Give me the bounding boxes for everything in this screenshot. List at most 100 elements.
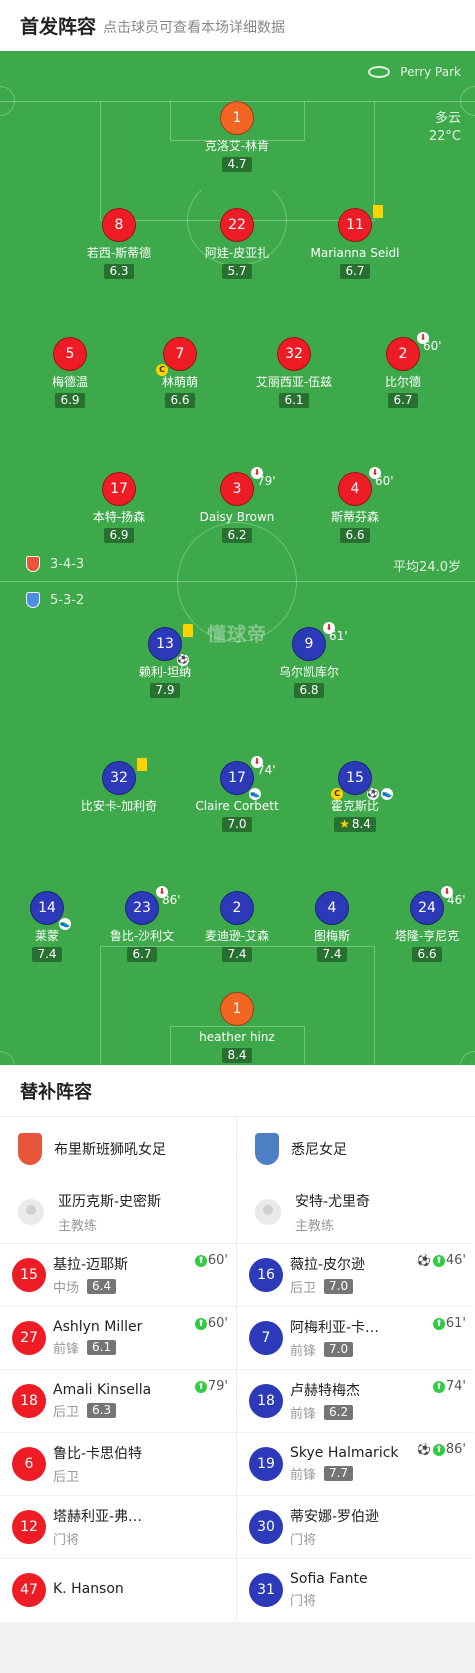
player-rating: 6.6 [340,528,370,543]
player-rating: 6.3 [104,264,134,279]
assist-icon: 👟 [59,918,71,930]
player-rating: 6.9 [55,393,85,408]
sub-in-minute: 74' [445,1379,466,1394]
player-card[interactable]: 17 本特-扬森 6.9 [54,472,184,543]
sub-player-row[interactable]: 18 Amali Kinsella 后卫 6.3 ⬆ 79' [0,1369,236,1432]
substitutes-section: 替补阵容 布里斯班狮吼女足 亚历克斯-史密斯 主教练 15 基拉-迈耶斯 中场 6… [0,1065,475,1621]
sub-in: ⬆ 79' [194,1379,228,1394]
sub-player-number: 19 [249,1447,283,1481]
sub-player-name: 卢赫特梅杰 [290,1383,360,1399]
away-team-row[interactable]: 悉尼女足 [237,1117,474,1181]
player-card[interactable]: 4 ⬇ 60' 斯蒂芬森 6.6 [290,467,420,543]
player-name: Daisy Brown [199,510,275,524]
sub-minute: 61' [329,629,348,643]
sub-player-position: 门将 [53,1533,80,1548]
sub-in-arrow-icon: ⬆ [194,1380,207,1393]
player-card[interactable]: 1 heather hinz 8.4 [172,992,302,1063]
sub-player-row[interactable]: 16 薇拉-皮尔逊 后卫 7.0 ⚽ ⬆ 46' [237,1243,474,1306]
sub-player-number: 16 [249,1258,283,1292]
player-card[interactable]: 13 ⚽ 赖利-坦纳 7.9 [100,624,230,698]
sub-player-rating: 6.2 [324,1405,354,1420]
player-card[interactable]: 24 ⬇ 46' 塔隆-亨尼克 6.6 [362,886,475,962]
player-card[interactable]: 9 ⬇ 61' 乌尔凯库尔 6.8 [244,622,374,698]
sub-in-minute: 61' [445,1316,466,1331]
coach-avatar-icon [255,1199,281,1225]
player-number: 7C [156,337,197,376]
player-number: 23 ⬇ 86' [125,886,181,925]
player-number: 1 [220,101,254,135]
sub-in-arrow-icon: ⬆ [432,1380,445,1393]
player-number: 2 ⬇ 60' [386,332,442,371]
player-rating: 6.1 [279,393,309,408]
sub-player-row[interactable]: 19 Skye Halmarick 前锋 7.7 ⚽ ⬆ 86' [237,1432,474,1495]
player-card[interactable]: 11 Marianna Seidl 6.7 [290,205,420,279]
captain-icon: C [156,364,168,376]
sub-player-number: 18 [249,1384,283,1418]
sub-player-row[interactable]: 6 鲁比-卡思伯特 后卫 [0,1432,236,1495]
player-card[interactable]: 2 ⬇ 60' 比尔德 6.7 [338,332,468,408]
player-card[interactable]: 22 阿娃-皮亚扎 5.7 [172,208,302,279]
sub-player-position: 前锋 [290,1468,317,1483]
player-number: 32 [277,337,311,371]
player-number-text: 15 [346,770,364,786]
sub-player-row[interactable]: 30 蒂安娜-罗伯逊 门将 [237,1495,474,1558]
sub-player-row[interactable]: 7 阿梅利亚-卡… 前锋 7.0 ⬆ 61' [237,1306,474,1369]
sub-player-number: 15 [12,1258,46,1292]
sub-player-number: 31 [249,1573,283,1607]
away-formation: 5-3-2 [26,592,84,608]
yellow-card-icon [183,624,193,637]
sub-player-position: 后卫 [53,1405,80,1420]
player-card[interactable]: 3 ⬇ 79' Daisy Brown 6.2 [172,467,302,543]
player-card[interactable]: 7C 林萌萌 6.6 [115,337,245,408]
player-card[interactable]: 15C ⚽👟 霍克斯比 8.4 [290,761,420,832]
player-number: 4 ⬇ 60' [338,467,394,506]
sub-player-row[interactable]: 18 卢赫特梅杰 前锋 6.2 ⬆ 74' [237,1369,474,1432]
home-subs-column: 布里斯班狮吼女足 亚历克斯-史密斯 主教练 15 基拉-迈耶斯 中场 6.4 ⬆ 6… [0,1117,237,1621]
sub-in-arrow-icon: ⬆ [432,1317,445,1330]
sub-player-name: Amali Kinsella [53,1382,152,1398]
player-number: 22 [220,208,254,242]
sub-player-row[interactable]: 15 基拉-迈耶斯 中场 6.4 ⬆ 60' [0,1243,236,1306]
player-rating: 7.4 [317,947,347,962]
sub-in: ⬆ 60' [194,1253,228,1268]
coach-role: 主教练 [58,1218,98,1234]
player-rating: 6.6 [412,947,442,962]
sub-in: ⚽ ⬆ 46' [417,1253,466,1268]
sub-player-row[interactable]: 27 Ashlyn Miller 前锋 6.1 ⬆ 60' [0,1306,236,1369]
sub-player-position: 后卫 [53,1470,80,1485]
sub-minute: 60' [375,474,394,488]
player-card[interactable]: 1 克洛艾-林肯 4.7 [172,101,302,172]
player-card[interactable]: 17 ⬇ 74' 👟 Claire Corbett 7.0 [172,756,302,832]
venue-name: Perry Park [400,65,461,79]
player-rating: 4.7 [222,157,252,172]
sub-player-row[interactable]: 47 K. Hanson [0,1558,236,1621]
away-team-icon [26,592,40,608]
player-name: heather hinz [199,1030,275,1044]
sub-player-position: 后卫 [290,1281,317,1296]
home-coach[interactable]: 亚历克斯-史密斯 主教练 [0,1181,236,1243]
sub-player-number: 7 [249,1321,283,1355]
player-name: 比安卡-加利奇 [80,799,158,813]
player-number: 9 ⬇ 61' [292,622,348,661]
lineup-header: 首发阵容 点击球员可查看本场详细数据 [0,0,475,50]
lineup-subtitle: 点击球员可查看本场详细数据 [103,19,286,36]
player-number-text: 23 [133,900,151,916]
sub-in: ⬆ 61' [432,1316,466,1331]
player-name: 本特-扬森 [92,510,146,524]
sub-player-row[interactable]: 12 塔赫利亚-弗… 门将 [0,1495,236,1558]
player-number: 11 [338,205,383,242]
player-card[interactable]: 32 比安卡-加利奇 [54,758,184,813]
goal-icon: ⚽ [367,788,379,800]
sub-in-minute: 60' [207,1253,228,1268]
goal-icon: ⚽ [417,1443,431,1456]
away-coach[interactable]: 安特-尤里奇 主教练 [237,1181,474,1243]
away-formation-label: 5-3-2 [50,592,85,608]
home-formation-label: 3-4-3 [50,556,85,572]
home-team-icon [26,556,40,572]
sub-player-row[interactable]: 31 Sofia Fante 门将 [237,1558,474,1621]
sub-in: ⬆ 74' [432,1379,466,1394]
home-team-row[interactable]: 布里斯班狮吼女足 [0,1117,236,1181]
sub-player-number: 47 [12,1573,46,1607]
player-card[interactable]: 8 若西-斯蒂德 6.3 [54,208,184,279]
assist-icon: 👟 [381,788,393,800]
